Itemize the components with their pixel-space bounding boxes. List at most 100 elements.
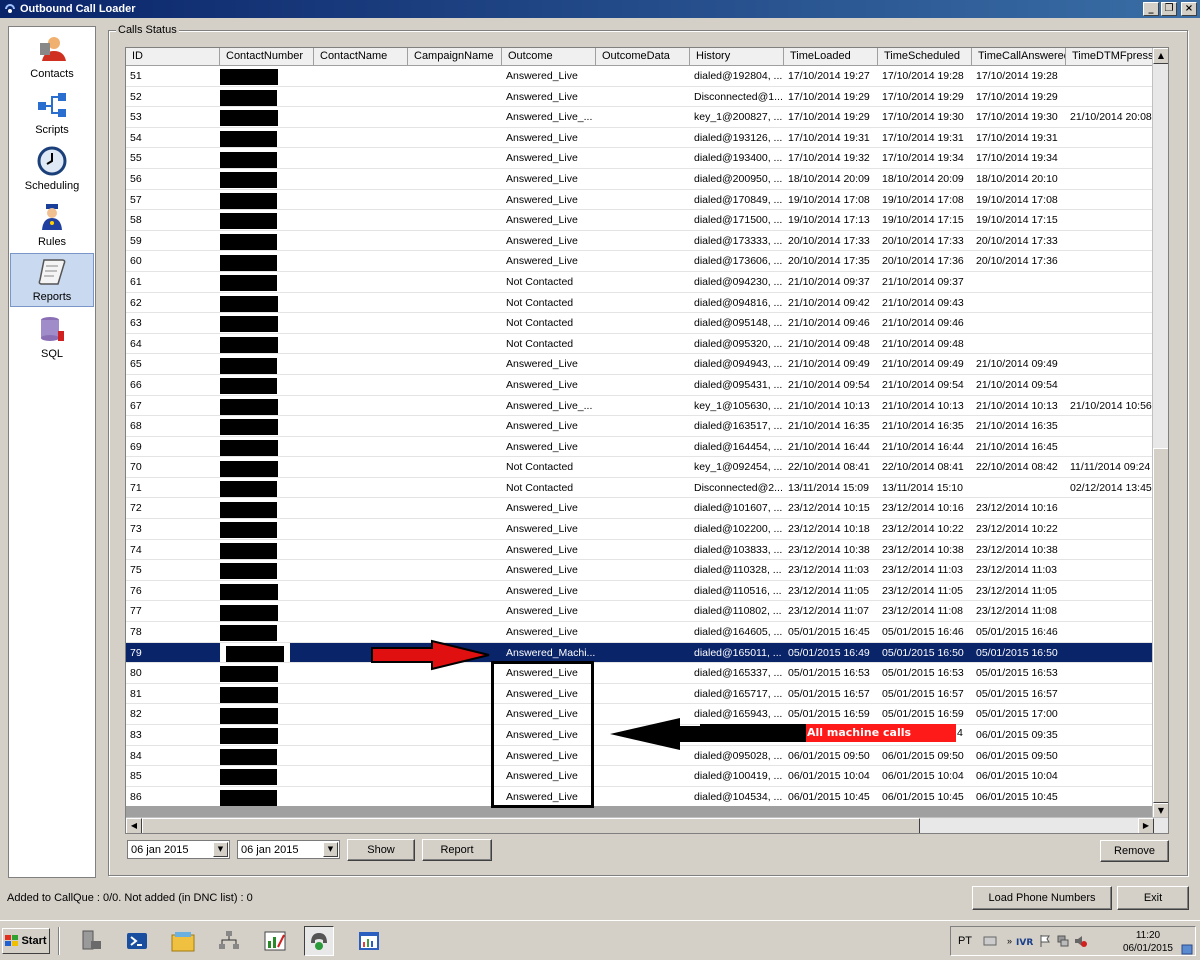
table-row[interactable]: 73 Answered_Live dialed@102200, ... 23/12/2… bbox=[126, 519, 1154, 540]
table-row[interactable]: 58 Answered_Live dialed@171500, ... 19/10/2… bbox=[126, 210, 1154, 231]
column-header[interactable]: Outcome bbox=[502, 48, 596, 66]
column-header[interactable]: ContactName bbox=[314, 48, 408, 66]
remove-button[interactable]: Remove bbox=[1100, 840, 1169, 862]
table-row[interactable]: 65 Answered_Live dialed@094943, ... 21/10/2… bbox=[126, 354, 1154, 375]
volume-muted-icon[interactable] bbox=[1074, 934, 1088, 948]
server-manager-icon[interactable] bbox=[76, 926, 106, 956]
table-row[interactable]: 57 Answered_Live dialed@170849, ... 19/10/2… bbox=[126, 190, 1154, 211]
horizontal-scroll-thumb[interactable] bbox=[142, 818, 920, 833]
exit-button[interactable]: Exit bbox=[1117, 886, 1189, 910]
ivr-icon[interactable]: IVR bbox=[1016, 935, 1034, 947]
table-row[interactable]: 86 Answered_Live dialed@104534, ... 06/01/2… bbox=[126, 787, 1154, 808]
table-row[interactable]: 72 Answered_Live dialed@101607, ... 23/12/2… bbox=[126, 498, 1154, 520]
table-cell: 06/01/2015 10:04 bbox=[882, 770, 964, 783]
date-from-picker[interactable]: 06 jan 2015 ▼ bbox=[127, 840, 230, 859]
table-row[interactable]: 55 Answered_Live dialed@193400, ... 17/10/2… bbox=[126, 148, 1154, 169]
dashboard-icon[interactable] bbox=[354, 926, 384, 956]
table-row[interactable]: 71 Not Contacted Disconnected@2... 13/11/20… bbox=[126, 478, 1154, 499]
table-cell: dialed@094943, ... bbox=[694, 358, 783, 371]
nav-item-contacts[interactable]: Contacts bbox=[10, 29, 94, 83]
column-header[interactable]: TimeCallAnswered bbox=[972, 48, 1066, 66]
date-to-picker[interactable]: 06 jan 2015 ▼ bbox=[237, 840, 340, 859]
nav-item-scripts[interactable]: Scripts bbox=[10, 85, 94, 139]
table-cell: 20/10/2014 17:33 bbox=[882, 234, 964, 247]
calls-grid[interactable]: ID ContactNumber ContactName CampaignName Ou… bbox=[125, 47, 1169, 834]
column-header[interactable]: TimeDTMFpressed bbox=[1066, 48, 1154, 66]
vertical-scrollbar[interactable]: ▲ ▼ bbox=[1152, 48, 1168, 819]
column-header[interactable]: ID bbox=[126, 48, 220, 66]
table-row[interactable]: 84 Answered_Live dialed@095028, ... 06/01/2… bbox=[126, 746, 1154, 767]
table-cell: 21/10/2014 09:48 bbox=[788, 337, 870, 350]
nav-item-rules[interactable]: Rules bbox=[10, 197, 94, 251]
minimize-button[interactable]: _ bbox=[1143, 2, 1159, 16]
table-row[interactable]: 51 Answered_Live dialed@192804, ... 17/10/2… bbox=[126, 66, 1154, 87]
table-row[interactable]: 61 Not Contacted dialed@094230, ... 21/10/2… bbox=[126, 272, 1154, 293]
show-button[interactable]: Show bbox=[347, 839, 415, 861]
column-header[interactable]: History bbox=[690, 48, 784, 66]
keyboard-icon[interactable] bbox=[983, 935, 997, 947]
column-header[interactable]: CampaignName bbox=[408, 48, 502, 66]
clock[interactable]: 11:20 06/01/2015 bbox=[1123, 929, 1173, 955]
language-indicator[interactable]: PT bbox=[951, 935, 979, 947]
table-row[interactable]: 70 Not Contacted key_1@092454, ... 22/10/20… bbox=[126, 457, 1154, 478]
call-loader-taskbar-icon[interactable] bbox=[304, 926, 334, 956]
table-row[interactable]: 60 Answered_Live dialed@173606, ... 20/10/2… bbox=[126, 251, 1154, 272]
column-header[interactable]: TimeLoaded bbox=[784, 48, 878, 66]
nav-item-reports[interactable]: Reports bbox=[10, 253, 94, 307]
table-row[interactable]: 79 Answered_Machi... dialed@165011, ... 05/… bbox=[126, 642, 1154, 664]
table-row[interactable]: 63 Not Contacted dialed@095148, ... 21/10/2… bbox=[126, 313, 1154, 334]
chevron-down-icon[interactable]: ▼ bbox=[323, 842, 338, 857]
scroll-right-icon[interactable]: ▶ bbox=[1138, 818, 1154, 833]
table-row[interactable]: 66 Answered_Live dialed@095431, ... 21/10/2… bbox=[126, 375, 1154, 396]
table-row[interactable]: 83Answered_Live06/006/01/2015 09:35 bbox=[126, 725, 1154, 746]
table-cell: 64 bbox=[130, 337, 142, 350]
vertical-scroll-thumb[interactable] bbox=[1153, 448, 1168, 803]
maximize-button[interactable]: ❐ bbox=[1161, 2, 1177, 16]
table-row[interactable]: 75 Answered_Live dialed@110328, ... 23/12/2… bbox=[126, 560, 1154, 581]
table-row[interactable]: 81 Answered_Live dialed@165717, ... 05/01/2… bbox=[126, 684, 1154, 705]
table-row[interactable]: 59 Answered_Live dialed@173333, ... 20/10/2… bbox=[126, 231, 1154, 252]
explorer-icon[interactable] bbox=[168, 926, 198, 956]
show-desktop-icon[interactable] bbox=[1181, 944, 1193, 956]
column-header[interactable]: TimeScheduled bbox=[878, 48, 972, 66]
table-row[interactable]: 62 Not Contacted dialed@094816, ... 21/10/2… bbox=[126, 293, 1154, 314]
table-row[interactable]: 64 Not Contacted dialed@095320, ... 21/10/2… bbox=[126, 334, 1154, 355]
scroll-left-icon[interactable]: ◀ bbox=[126, 818, 142, 833]
column-header[interactable]: OutcomeData bbox=[596, 48, 690, 66]
horizontal-scrollbar[interactable]: ◀ ▶ bbox=[126, 817, 1168, 833]
report-button[interactable]: Report bbox=[422, 839, 492, 861]
close-button[interactable]: × bbox=[1181, 2, 1197, 16]
nav-item-sql[interactable]: SQL bbox=[10, 309, 94, 363]
table-cell: 06/01/2015 09:50 bbox=[882, 749, 964, 762]
table-row[interactable]: 52 Answered_Live Disconnected@1... 17/10/20… bbox=[126, 87, 1154, 108]
table-cell bbox=[1066, 519, 1154, 539]
powershell-icon[interactable] bbox=[122, 926, 152, 956]
network-icon[interactable] bbox=[214, 926, 244, 956]
table-cell bbox=[408, 375, 502, 395]
scroll-up-icon[interactable]: ▲ bbox=[1153, 48, 1168, 64]
table-row[interactable]: 68 Answered_Live dialed@163517, ... 21/10/2… bbox=[126, 416, 1154, 437]
table-row[interactable]: 78 Answered_Live dialed@164605, ... 05/01/2… bbox=[126, 622, 1154, 643]
table-row[interactable]: 56 Answered_Live dialed@200950, ... 18/10/2… bbox=[126, 169, 1154, 190]
contact-number-redacted bbox=[220, 128, 314, 148]
nav-item-scheduling[interactable]: Scheduling bbox=[10, 141, 94, 195]
table-row[interactable]: 53 Answered_Live_... key_1@200827, ... 17/1… bbox=[126, 107, 1154, 128]
chart-app-icon[interactable] bbox=[260, 926, 290, 956]
table-row[interactable]: 69 Answered_Live dialed@164454, ... 21/10/2… bbox=[126, 437, 1154, 458]
flag-icon[interactable] bbox=[1038, 934, 1052, 948]
table-row[interactable]: 77 Answered_Live dialed@110802, ... 23/12/2… bbox=[126, 601, 1154, 623]
table-row[interactable]: 82 Answered_Live dialed@165943, ... 05/01/2… bbox=[126, 704, 1154, 725]
network-tray-icon[interactable] bbox=[1056, 934, 1070, 948]
column-header[interactable]: ContactNumber bbox=[220, 48, 314, 66]
chevron-up-icon[interactable]: » bbox=[1007, 936, 1012, 946]
table-row[interactable]: 76 Answered_Live dialed@110516, ... 23/12/2… bbox=[126, 581, 1154, 602]
table-row[interactable]: 67 Answered_Live_... key_1@105630, ... 21/1… bbox=[126, 396, 1154, 417]
table-cell: 06/01/2015 10:45 bbox=[882, 790, 964, 803]
table-row[interactable]: 74 Answered_Live dialed@103833, ... 23/12/2… bbox=[126, 540, 1154, 561]
table-row[interactable]: 85 Answered_Live dialed@100419, ... 06/01/2… bbox=[126, 766, 1154, 787]
chevron-down-icon[interactable]: ▼ bbox=[213, 842, 228, 857]
table-row[interactable]: 54 Answered_Live dialed@193126, ... 17/10/2… bbox=[126, 128, 1154, 149]
load-phone-numbers-button[interactable]: Load Phone Numbers bbox=[972, 886, 1112, 910]
table-row[interactable]: 80 Answered_Live dialed@165337, ... 05/01/2… bbox=[126, 663, 1154, 684]
start-button[interactable]: Start bbox=[2, 928, 50, 954]
